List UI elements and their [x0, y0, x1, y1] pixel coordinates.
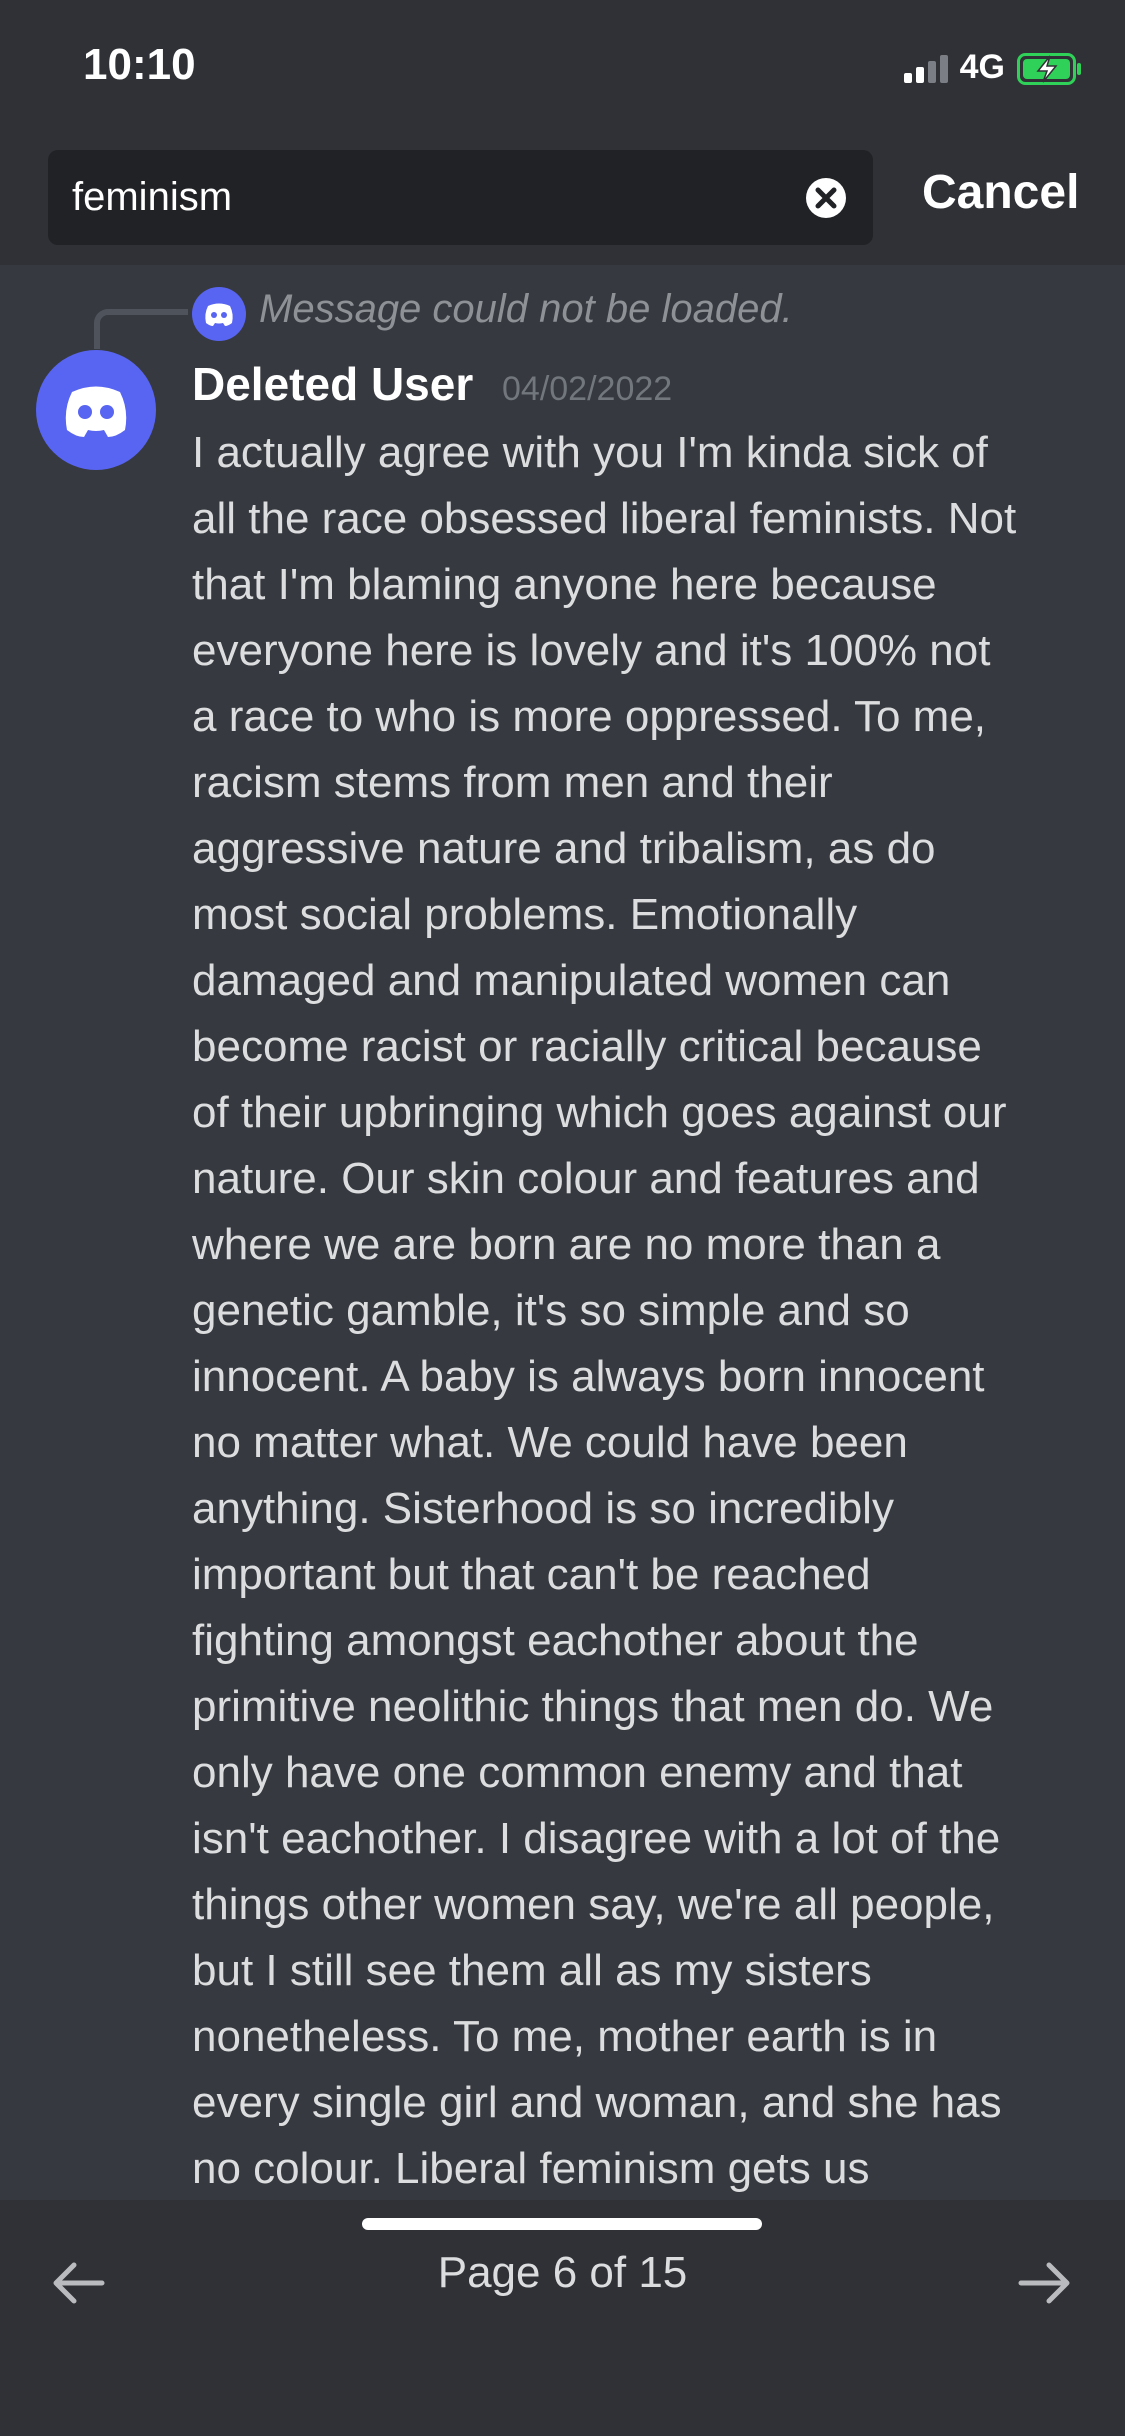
message-line: only have one common enemy and that — [192, 1748, 963, 1797]
reply-connector — [94, 309, 188, 349]
message-line: that I'm blaming anyone here because — [192, 560, 937, 609]
arrow-right-icon[interactable] — [1015, 2258, 1075, 2308]
battery-charging-icon — [1017, 52, 1083, 85]
clear-search-icon[interactable] — [805, 177, 847, 219]
home-indicator[interactable] — [362, 2218, 762, 2230]
message-line: become racist or racially critical becau… — [192, 1022, 982, 1071]
message-line: of their upbringing which goes against o… — [192, 1088, 1007, 1137]
reply-preview-text: Message could not be loaded. — [259, 287, 793, 331]
search-input[interactable] — [72, 150, 812, 245]
message-timestamp: 04/02/2022 — [502, 370, 673, 408]
message-line: isn't eachother. I disagree with a lot o… — [192, 1814, 1001, 1863]
message-line: fighting amongst eachother about the — [192, 1616, 919, 1665]
avatar[interactable] — [36, 350, 156, 470]
search-results-screen: 10:10 4G feminism Cancel Message could n… — [0, 0, 1125, 2436]
message-line: aggressive nature and tribalism, as do — [192, 824, 936, 873]
message-line: anything. Sisterhood is so incredibly — [192, 1484, 894, 1533]
message-line: no matter what. We could have been — [192, 1418, 908, 1467]
message-line: genetic gamble, it's so simple and so — [192, 1286, 910, 1335]
message-line: every single girl and woman, and she has — [192, 2078, 1002, 2127]
message-line: but I still see them all as my sisters — [192, 1946, 872, 1995]
message-author[interactable]: Deleted User — [192, 357, 473, 411]
status-time: 10:10 — [83, 40, 196, 89]
message-line: racism stems from men and their — [192, 758, 833, 807]
message-line: things other women say, we're all people… — [192, 1880, 995, 1929]
message-line: everyone here is lovely and it's 100% no… — [192, 626, 991, 675]
cancel-button[interactable]: Cancel — [922, 165, 1079, 220]
message-line: innocent. A baby is always born innocent — [192, 1352, 985, 1401]
message-line: all the race obsessed liberal feminists.… — [192, 494, 1017, 543]
message-line: damaged and manipulated women can — [192, 956, 951, 1005]
message-line: a race to who is more oppressed. To me, — [192, 692, 987, 741]
pagination-bar: Page 6 of 15 — [0, 2200, 1125, 2436]
message-line: I actually agree with you I'm kinda sick… — [192, 428, 988, 477]
page-indicator: Page 6 of 15 — [437, 2248, 688, 2297]
signal-bars-icon — [903, 53, 948, 83]
message-line: where we are born are no more than a — [192, 1220, 941, 1269]
message-content: I actually agree with you I'm kinda sick… — [192, 420, 1092, 2202]
message-line: most social problems. Emotionally — [192, 890, 858, 939]
message-line: primitive neolithic things that men do. … — [192, 1682, 994, 1731]
message-line: nonetheless. To me, mother earth is in — [192, 2012, 938, 2061]
message-line: nature. Our skin colour and features and — [192, 1154, 980, 1203]
top-header: 10:10 4G feminism Cancel — [0, 0, 1125, 265]
discord-logo-icon — [192, 287, 246, 341]
search-bar — [48, 150, 873, 245]
message-line: no colour. Liberal feminism gets us — [192, 2144, 870, 2193]
status-indicators: 4G — [903, 48, 1083, 87]
network-label: 4G — [959, 48, 1005, 86]
message-line: important but that can't be reached — [192, 1550, 871, 1599]
